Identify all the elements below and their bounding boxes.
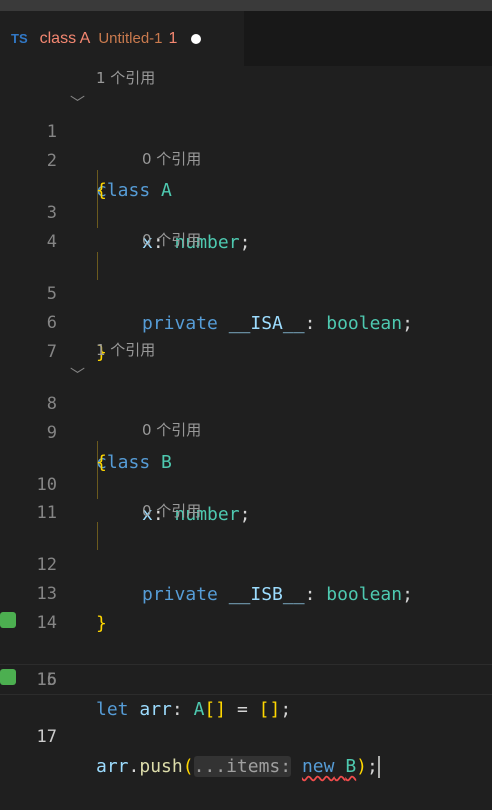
code-line: 14	[0, 580, 492, 633]
parameter-hint: ...items:	[193, 756, 292, 777]
code-line: 6 }	[0, 280, 492, 363]
tab-bar: TS class A Untitled-1 1	[0, 11, 492, 66]
codelens-references[interactable]: 1 个引用	[96, 338, 155, 362]
fold-chevron-icon[interactable]: ﹀	[70, 361, 85, 390]
tab-description: Untitled-1	[98, 30, 163, 47]
codelens-references[interactable]: 0 个引用	[142, 418, 201, 442]
code-line: 4	[0, 199, 492, 252]
code-line: 3 x: number;	[0, 170, 492, 253]
unsaved-dot-icon[interactable]	[191, 33, 202, 44]
codelens-references[interactable]: 0 个引用	[142, 499, 201, 523]
code-line: 10 x: number;	[0, 442, 492, 525]
codelens-references[interactable]: 1 个引用	[96, 66, 155, 90]
code-line: 16	[0, 637, 492, 690]
code-line: 9 {	[0, 390, 492, 473]
problem-count-badge: 1	[168, 29, 178, 47]
code-line: 5 private __ISA__: boolean;	[0, 251, 492, 334]
window-top-strip	[0, 0, 492, 11]
code-line: 8 ﹀ class B	[0, 361, 492, 473]
git-added-marker[interactable]	[0, 612, 16, 628]
code-line: 13 }	[0, 551, 492, 634]
code-line: 11	[0, 470, 492, 523]
fold-chevron-icon[interactable]: ﹀	[70, 89, 85, 118]
code-line: 17 arr.push(...items: new B);	[0, 665, 492, 778]
code-line: 15 let arr: A[] = [];	[0, 608, 492, 720]
text-cursor	[377, 756, 380, 778]
tab-title: class A	[39, 29, 91, 47]
code-line: 2 {	[0, 118, 492, 201]
code-line: 1 ﹀ class A	[0, 89, 492, 201]
codelens-references[interactable]: 0 个引用	[142, 147, 201, 171]
git-added-marker[interactable]	[0, 669, 16, 685]
code-line: 7	[0, 309, 492, 362]
codelens-references[interactable]: 0 个引用	[142, 228, 201, 252]
error-squiggle: new B	[301, 756, 357, 777]
code-line: 12 private __ISB__: boolean;	[0, 522, 492, 605]
tab-class-a[interactable]: TS class A Untitled-1 1	[0, 11, 244, 66]
line-number: 17	[36, 727, 57, 747]
typescript-icon: TS	[11, 31, 28, 46]
